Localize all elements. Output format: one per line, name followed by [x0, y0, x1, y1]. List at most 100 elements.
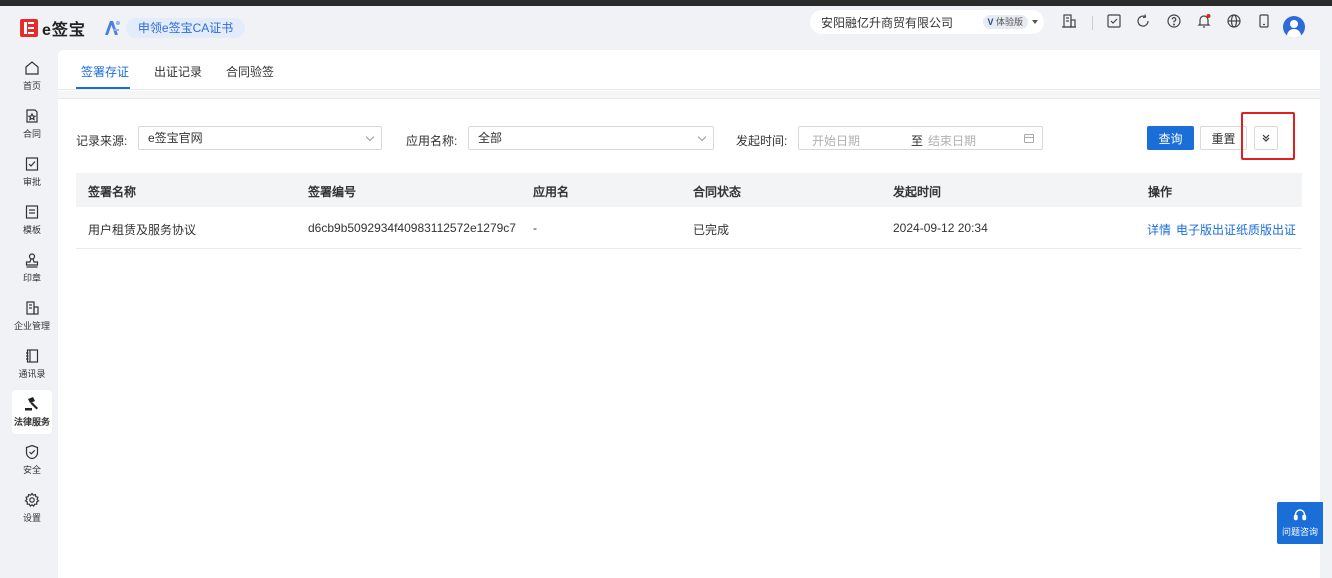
- company-name: 安阳融亿升商贸有限公司: [821, 15, 954, 30]
- version-badge-text: 体验版: [995, 17, 1023, 27]
- sidebar-item-label: 印章: [22, 273, 41, 283]
- date-separator: 至: [911, 134, 924, 148]
- table-header: 签署名称 签署编号 应用名 合同状态 发起时间 操作: [76, 173, 1302, 207]
- help-consult-button[interactable]: 问题咨询: [1277, 502, 1323, 544]
- contacts-icon: [26, 349, 39, 363]
- todo-check-icon[interactable]: [1106, 13, 1122, 29]
- header-divider: [1092, 16, 1093, 30]
- shield-icon: [25, 444, 39, 460]
- enterprise-icon: [26, 301, 39, 315]
- col-app-name: 应用名: [533, 185, 570, 199]
- time-label: 发起时间:: [736, 134, 788, 148]
- sidebar: 首页 合同 审批 模板 印章 企业管理 通讯录 法律服务 安全 设置: [0, 50, 58, 578]
- sidebar-item-legal[interactable]: 法律服务: [12, 390, 52, 434]
- active-tab-indicator: [76, 87, 130, 89]
- legal-icon: [25, 397, 38, 411]
- source-select[interactable]: e签宝官网: [138, 126, 382, 150]
- approval-icon: [25, 157, 39, 171]
- top-header: e签宝 申领e签宝CA证书: [0, 6, 1332, 50]
- page-scrollbar[interactable]: [1320, 50, 1332, 578]
- company-switcher[interactable]: 安阳融亿升商贸有限公司 V 体验版: [810, 10, 1044, 34]
- double-chevron-down-icon: [1262, 134, 1270, 142]
- sidebar-item-approval[interactable]: 审批: [12, 150, 52, 194]
- sidebar-item-label: 模板: [22, 225, 41, 235]
- tab-contract-verify[interactable]: 合同验签: [226, 63, 274, 80]
- tab-bar: 签署存证 出证记录 合同验签: [58, 50, 1320, 90]
- version-badge-prefix: V: [987, 17, 994, 27]
- main-panel: 签署存证 出证记录 合同验签 记录来源: e签宝官网 应用名称: 全部 发起时间…: [58, 50, 1320, 578]
- headset-icon: [1293, 509, 1307, 521]
- cell-sign-name: 用户租赁及服务协议: [88, 223, 197, 237]
- sidebar-item-home[interactable]: 首页: [12, 54, 52, 98]
- date-range-picker[interactable]: 开始日期 至 结束日期: [798, 126, 1043, 150]
- col-actions: 操作: [1148, 185, 1173, 199]
- cell-app-name: -: [533, 221, 537, 235]
- sidebar-item-seal[interactable]: 印章: [12, 246, 52, 290]
- sidebar-item-label: 审批: [22, 177, 41, 187]
- home-icon: [25, 61, 39, 75]
- table-row: 用户租赁及服务协议 d6cb9b5092934f40983112572e1279…: [76, 207, 1302, 249]
- sidebar-item-settings[interactable]: 设置: [12, 486, 52, 530]
- chevron-down-icon: [365, 132, 375, 142]
- col-start-time: 发起时间: [893, 185, 942, 199]
- paper-certificate-link[interactable]: 纸质版出证: [1236, 221, 1296, 238]
- source-label: 记录来源:: [76, 134, 128, 148]
- sidebar-item-label: 设置: [22, 513, 41, 523]
- end-date-input[interactable]: 结束日期: [928, 132, 976, 149]
- col-sign-name: 签署名称: [88, 185, 137, 199]
- help-consult-label: 问题咨询: [1281, 527, 1318, 537]
- col-sign-id: 签署编号: [308, 185, 357, 199]
- ca-certificate-entry[interactable]: 申领e签宝CA证书: [102, 18, 246, 38]
- mobile-icon[interactable]: [1256, 13, 1272, 29]
- cell-contract-status: 已完成: [693, 223, 730, 237]
- filter-bar: 记录来源: e签宝官网 应用名称: 全部 发起时间: 开始日期 至 结束日期 查…: [58, 112, 1320, 160]
- app-select[interactable]: 全部: [468, 126, 714, 150]
- cell-sign-id: d6cb9b5092934f40983112572e1279c7: [308, 221, 516, 235]
- sidebar-item-template[interactable]: 模板: [12, 198, 52, 242]
- records-table: 签署名称 签署编号 应用名 合同状态 发起时间 操作 用户租赁及服务协议 d6c…: [76, 173, 1302, 249]
- sidebar-item-label: 通讯录: [18, 369, 46, 379]
- electronic-certificate-link[interactable]: 电子版出证: [1176, 221, 1236, 238]
- version-badge: V 体验版: [983, 15, 1028, 29]
- cell-start-time: 2024-09-12 20:34: [893, 221, 988, 235]
- seal-icon: [25, 253, 39, 268]
- app-label: 应用名称:: [406, 134, 458, 148]
- sidebar-item-label: 法律服务: [13, 417, 50, 427]
- sidebar-item-security[interactable]: 安全: [12, 438, 52, 482]
- chevron-down-icon: [1032, 20, 1038, 24]
- building-icon[interactable]: [1061, 13, 1077, 29]
- chevron-down-icon: [697, 132, 707, 142]
- brand-logo[interactable]: e签宝: [20, 16, 86, 40]
- sidebar-item-contacts[interactable]: 通讯录: [12, 342, 52, 386]
- app-select-value: 全部: [478, 131, 503, 145]
- gear-icon: [24, 492, 40, 508]
- ca-certificate-button[interactable]: 申领e签宝CA证书: [125, 18, 246, 38]
- brand-name: e签宝: [42, 22, 86, 39]
- sidebar-item-label: 安全: [22, 465, 41, 475]
- template-icon: [25, 205, 39, 219]
- tab-sign-evidence[interactable]: 签署存证: [81, 63, 129, 80]
- sidebar-item-label: 合同: [22, 129, 41, 139]
- sidebar-item-contract[interactable]: 合同: [12, 102, 52, 146]
- reset-button[interactable]: 重置: [1200, 126, 1247, 150]
- sub-toolbar: [58, 91, 1320, 99]
- user-avatar[interactable]: [1283, 16, 1305, 38]
- sidebar-item-label: 首页: [22, 81, 41, 91]
- col-contract-status: 合同状态: [693, 185, 742, 199]
- notification-bell-icon[interactable]: [1196, 13, 1212, 29]
- calendar-icon: [1024, 134, 1034, 143]
- ca-certificate-icon: [104, 21, 120, 35]
- start-date-input[interactable]: 开始日期: [812, 132, 860, 149]
- tab-certificate-records[interactable]: 出证记录: [154, 63, 202, 80]
- expand-filters-button[interactable]: [1254, 126, 1278, 150]
- refresh-icon[interactable]: [1135, 13, 1151, 29]
- sidebar-item-enterprise[interactable]: 企业管理: [12, 294, 52, 338]
- details-link[interactable]: 详情: [1147, 221, 1171, 238]
- sidebar-item-label: 企业管理: [13, 321, 50, 331]
- query-button[interactable]: 查询: [1147, 126, 1194, 150]
- contract-icon: [26, 109, 38, 123]
- help-icon[interactable]: [1166, 13, 1182, 29]
- source-select-value: e签宝官网: [148, 131, 203, 145]
- globe-icon[interactable]: [1226, 13, 1242, 29]
- esign-logo-icon: [20, 19, 38, 37]
